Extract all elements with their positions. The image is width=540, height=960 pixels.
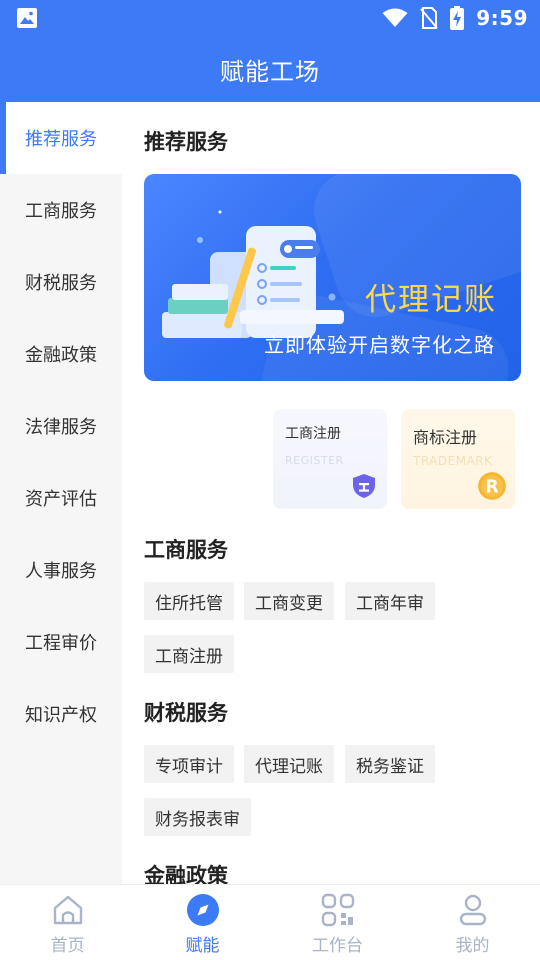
status-time: 9:59	[476, 6, 528, 30]
tag-annual-review[interactable]: 工商年审	[345, 582, 435, 620]
tag-financial-statement-audit[interactable]: 财务报表审	[144, 798, 251, 836]
card-title: 工商注册	[285, 426, 341, 442]
battery-charging-icon	[450, 6, 465, 30]
sidebar-item-label: 知识产权	[25, 705, 97, 726]
sidebar-item-label: 推荐服务	[25, 129, 97, 150]
card-title: 商标注册	[413, 428, 478, 447]
compass-icon	[186, 894, 219, 926]
sidebar-item-asset-appraisal[interactable]: 资产评估	[0, 462, 122, 534]
sidebar-item-ip[interactable]: 知识产权	[0, 678, 122, 750]
sidebar-item-business[interactable]: 工商服务	[0, 174, 122, 246]
section-title-finance-tax: 财税服务	[144, 701, 228, 725]
bottom-navigation: 首页 赋能 工作台 我的	[0, 884, 540, 960]
image-notification-icon	[17, 8, 37, 28]
sidebar-item-label: 工程审价	[25, 633, 97, 654]
section-title-business: 工商服务	[144, 538, 228, 562]
tag-special-audit[interactable]: 专项审计	[144, 745, 234, 783]
card-subtitle: TRADEMARK	[413, 454, 493, 468]
status-bar: 9:59	[0, 0, 540, 36]
sidebar-item-label: 金融政策	[25, 345, 97, 366]
nav-empower[interactable]: 赋能	[135, 885, 270, 960]
tag-business-change[interactable]: 工商变更	[244, 582, 334, 620]
banner-title: 代理记账	[365, 282, 497, 318]
nav-label: 我的	[455, 936, 490, 956]
card-subtitle: REGISTER	[285, 454, 344, 467]
workbench-icon	[321, 893, 354, 927]
shield-icon	[353, 474, 375, 498]
sidebar-item-financial-policy[interactable]: 金融政策	[0, 318, 122, 390]
nav-label: 首页	[50, 936, 85, 956]
no-sim-icon	[420, 7, 439, 29]
tag-bookkeeping[interactable]: 代理记账	[244, 745, 334, 783]
sidebar-item-label: 资产评估	[25, 489, 97, 510]
registered-trademark-icon: R	[478, 472, 506, 500]
sidebar-item-hr[interactable]: 人事服务	[0, 534, 122, 606]
app-bar: 赋能工场	[0, 36, 540, 102]
sidebar-item-label: 财税服务	[25, 273, 97, 294]
nav-label: 赋能	[185, 936, 220, 956]
tag-address-custody[interactable]: 住所托管	[144, 582, 234, 620]
nav-label: 工作台	[312, 936, 363, 956]
card-trademark-registration[interactable]: 商标注册 TRADEMARK R	[401, 409, 515, 509]
tag-tax-verification[interactable]: 税务鉴证	[345, 745, 435, 783]
sidebar-item-label: 工商服务	[25, 201, 97, 222]
section-title-financial-policy: 金融政策	[144, 864, 228, 884]
home-icon	[53, 895, 82, 925]
sidebar-item-label: 人事服务	[25, 561, 97, 582]
promo-banner[interactable]: 代理记账 立即体验开启数字化之路	[144, 174, 521, 381]
main-content: 推荐服务 代理记账 立即体验开启数字化之路 工商注册 REGISTER 商标注册…	[122, 102, 540, 884]
section-title-recommend: 推荐服务	[144, 130, 228, 154]
nav-profile[interactable]: 我的	[405, 885, 540, 960]
sidebar-item-finance-tax[interactable]: 财税服务	[0, 246, 122, 318]
sidebar-item-label: 法律服务	[25, 417, 97, 438]
banner-subtitle: 立即体验开启数字化之路	[264, 333, 495, 357]
tag-business-registration[interactable]: 工商注册	[144, 635, 234, 673]
sidebar-item-recommend[interactable]: 推荐服务	[0, 102, 122, 174]
category-sidebar: 推荐服务 工商服务 财税服务 金融政策 法律服务 资产评估 人事服务 工程审价 …	[0, 102, 122, 884]
card-business-registration[interactable]: 工商注册 REGISTER	[273, 409, 387, 509]
sidebar-item-engineering-audit[interactable]: 工程审价	[0, 606, 122, 678]
sidebar-item-legal[interactable]: 法律服务	[0, 390, 122, 462]
svg-text:R: R	[485, 477, 498, 497]
tag-group-business: 住所托管 工商变更 工商年审 工商注册	[144, 582, 524, 674]
page-title: 赋能工场	[220, 57, 320, 86]
tag-group-finance-tax: 专项审计 代理记账 税务鉴证 财务报表审	[144, 745, 524, 837]
profile-icon	[459, 894, 486, 926]
nav-workbench[interactable]: 工作台	[270, 885, 405, 960]
wifi-icon	[382, 8, 408, 27]
nav-home[interactable]: 首页	[0, 885, 135, 960]
